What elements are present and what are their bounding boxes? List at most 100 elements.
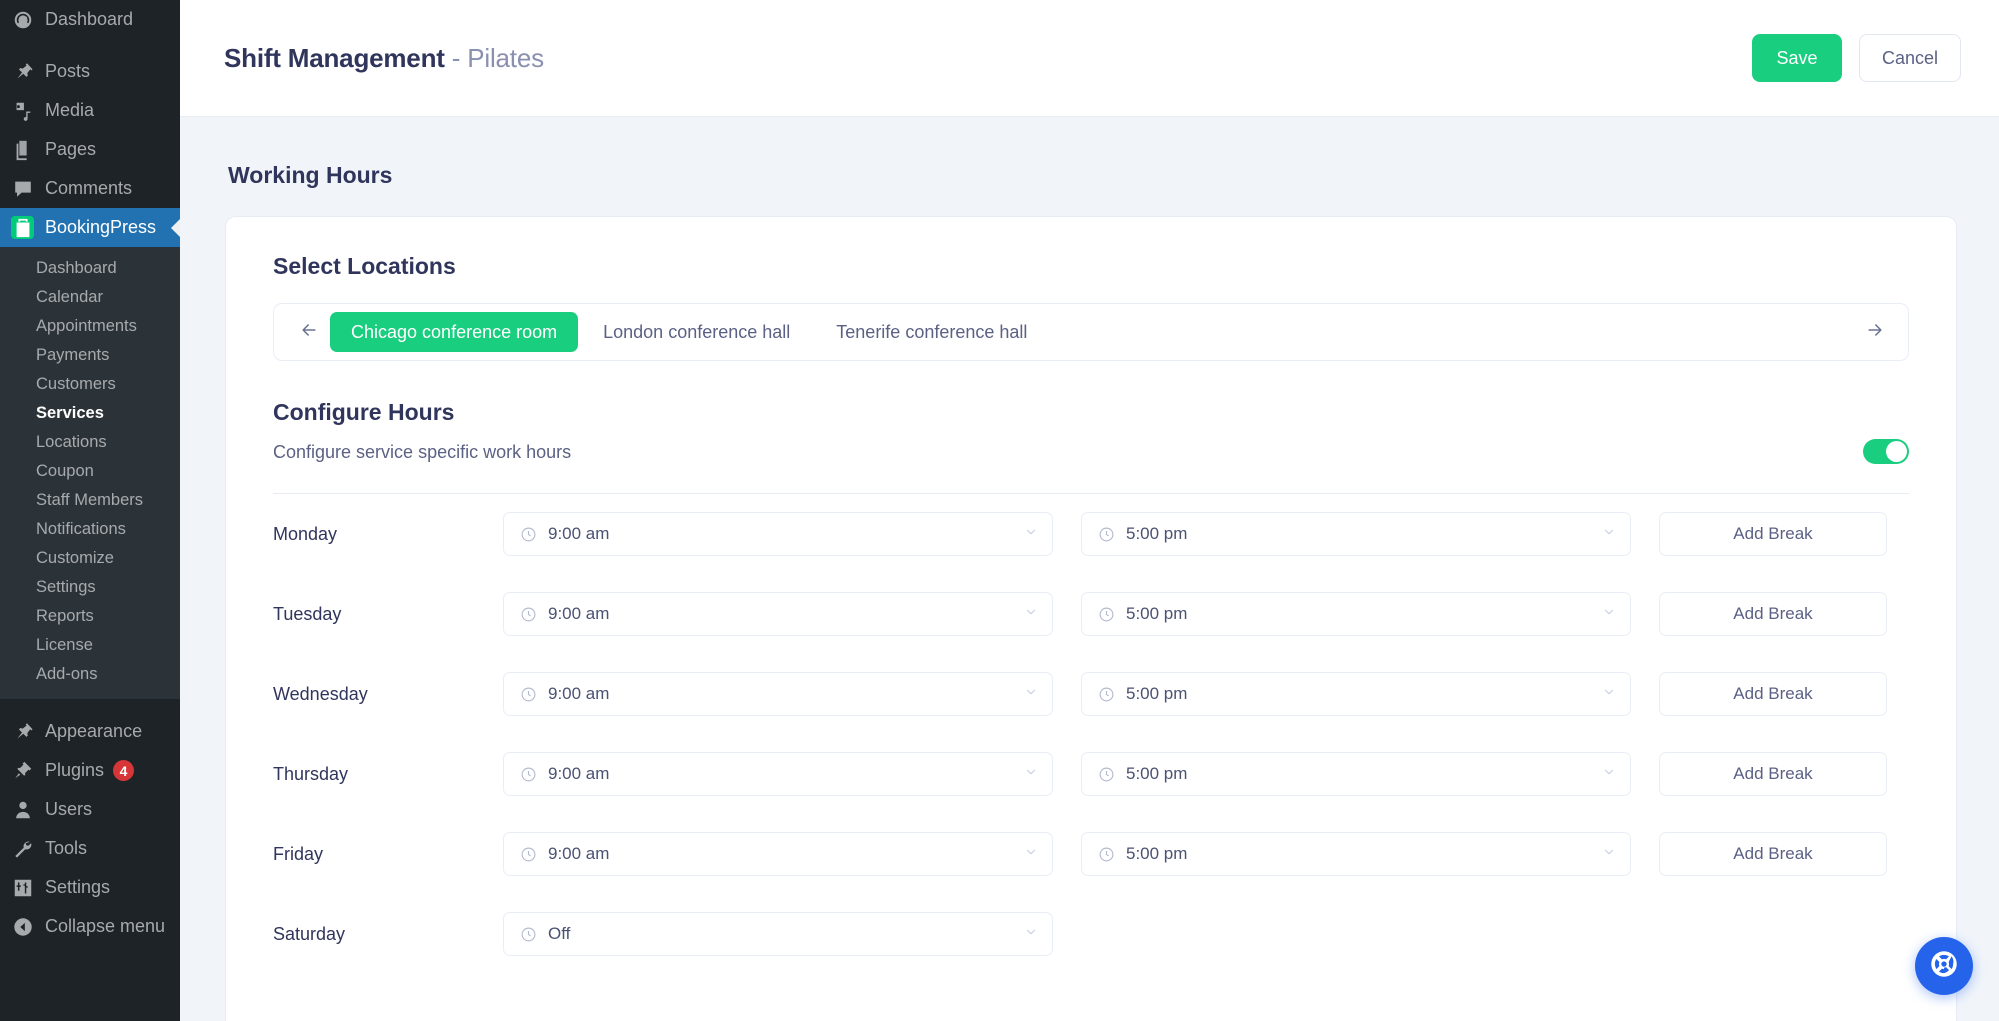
locations-prev-button[interactable]	[288, 320, 330, 345]
chevron-down-icon	[1602, 685, 1616, 704]
end-time-value: 5:00 pm	[1126, 764, 1188, 783]
media-icon	[10, 98, 35, 123]
submenu-item-customize[interactable]: Customize	[0, 544, 180, 573]
plugins-icon	[10, 758, 35, 783]
end-time-select-monday[interactable]: 5:00 pm	[1081, 512, 1631, 556]
add-break-button-friday[interactable]: Add Break	[1659, 832, 1887, 876]
main-content-area: Shift Management - Pilates Save Cancel W…	[180, 0, 1999, 1021]
working-hours-heading: Working Hours	[228, 162, 393, 188]
chevron-down-icon	[1024, 525, 1038, 544]
submenu-item-services[interactable]: Services	[0, 399, 180, 428]
chevron-down-icon	[1602, 605, 1616, 624]
sidebar-item-tools[interactable]: Tools	[0, 829, 180, 868]
submenu-item-notifications[interactable]: Notifications	[0, 515, 180, 544]
day-label-saturday: Saturday	[273, 923, 346, 944]
add-break-button-wednesday[interactable]: Add Break	[1659, 672, 1887, 716]
topbar-actions: Save Cancel	[1751, 34, 1961, 82]
submenu-item-dashboard[interactable]: Dashboard	[0, 254, 180, 283]
table-row: Monday 9:00 am 5:00 pm Add Break	[273, 494, 1909, 574]
end-time-value: 5:00 pm	[1126, 684, 1188, 703]
end-time-select-wednesday[interactable]: 5:00 pm	[1081, 672, 1631, 716]
locations-next-button[interactable]	[1854, 320, 1896, 345]
table-row: Friday 9:00 am 5:00 pm Add Break	[273, 814, 1909, 894]
end-time-select-thursday[interactable]: 5:00 pm	[1081, 752, 1631, 796]
clock-icon	[520, 526, 537, 543]
add-break-button-tuesday[interactable]: Add Break	[1659, 592, 1887, 636]
submenu-item-appointments[interactable]: Appointments	[0, 312, 180, 341]
add-break-button-monday[interactable]: Add Break	[1659, 512, 1887, 556]
sidebar-item-plugins[interactable]: Plugins 4	[0, 751, 180, 790]
clock-icon	[520, 686, 537, 703]
sidebar-item-users[interactable]: Users	[0, 790, 180, 829]
appearance-icon	[10, 719, 35, 744]
start-time-select-wednesday[interactable]: 9:00 am	[503, 672, 1053, 716]
submenu-item-license[interactable]: License	[0, 631, 180, 660]
start-time-select-monday[interactable]: 9:00 am	[503, 512, 1053, 556]
clock-icon	[1098, 846, 1115, 863]
chevron-down-icon	[1024, 605, 1038, 624]
sidebar-item-collapse-menu[interactable]: Collapse menu	[0, 907, 180, 946]
submenu-item-coupon[interactable]: Coupon	[0, 457, 180, 486]
sidebar-item-label: Tools	[45, 838, 88, 858]
page-content: Working Hours Select Locations Chicago c…	[180, 117, 1999, 1021]
sidebar-item-posts[interactable]: Posts	[0, 52, 180, 91]
submenu-item-reports[interactable]: Reports	[0, 602, 180, 631]
submenu-item-locations[interactable]: Locations	[0, 428, 180, 457]
start-time-select-friday[interactable]: 9:00 am	[503, 832, 1053, 876]
end-time-value: 5:00 pm	[1126, 844, 1188, 863]
start-time-value: 9:00 am	[548, 604, 610, 623]
help-support-button[interactable]	[1915, 937, 1973, 995]
save-button[interactable]: Save	[1751, 34, 1842, 82]
sidebar-item-media[interactable]: Media	[0, 91, 180, 130]
submenu-item-settings[interactable]: Settings	[0, 573, 180, 602]
sidebar-item-comments[interactable]: Comments	[0, 169, 180, 208]
location-tab-chicago[interactable]: Chicago conference room	[330, 312, 579, 352]
clock-icon	[1098, 686, 1115, 703]
location-tab-london[interactable]: London conference hall	[582, 312, 811, 352]
table-row: Thursday 9:00 am 5:00 pm Add Break	[273, 734, 1909, 814]
end-time-select-friday[interactable]: 5:00 pm	[1081, 832, 1631, 876]
sidebar-item-bookingpress[interactable]: BookingPress	[0, 208, 180, 247]
table-row: Wednesday 9:00 am 5:00 pm Add Break	[273, 654, 1909, 734]
submenu-item-addons[interactable]: Add-ons	[0, 660, 180, 689]
add-break-button-thursday[interactable]: Add Break	[1659, 752, 1887, 796]
end-time-select-tuesday[interactable]: 5:00 pm	[1081, 592, 1631, 636]
location-tab-tenerife[interactable]: Tenerife conference hall	[815, 312, 1048, 352]
select-locations-heading: Select Locations	[273, 253, 456, 279]
clock-icon	[1098, 526, 1115, 543]
table-row: Saturday Off	[273, 894, 1909, 974]
chevron-down-icon	[1024, 685, 1038, 704]
end-time-value: 5:00 pm	[1126, 524, 1188, 543]
lifebuoy-icon	[1929, 949, 1959, 984]
start-time-select-tuesday[interactable]: 9:00 am	[503, 592, 1053, 636]
submenu-item-customers[interactable]: Customers	[0, 370, 180, 399]
configure-hours-description: Configure service specific work hours	[273, 442, 572, 462]
configure-hours-heading: Configure Hours	[273, 399, 455, 425]
toggle-knob	[1886, 441, 1907, 462]
day-label-thursday: Thursday	[273, 763, 349, 784]
schedule-list: Monday 9:00 am 5:00 pm Add Break Tuesday	[273, 494, 1909, 974]
sidebar-item-label: Settings	[45, 877, 111, 897]
configure-hours-toggle[interactable]	[1863, 439, 1909, 464]
start-time-value: 9:00 am	[548, 844, 610, 863]
submenu-item-payments[interactable]: Payments	[0, 341, 180, 370]
chevron-down-icon	[1024, 925, 1038, 944]
day-label-monday: Monday	[273, 523, 338, 544]
location-tabs: Chicago conference room London conferenc…	[330, 312, 1854, 352]
start-time-value: 9:00 am	[548, 684, 610, 703]
submenu-item-staff-members[interactable]: Staff Members	[0, 486, 180, 515]
users-icon	[10, 797, 35, 822]
sidebar-item-dashboard[interactable]: Dashboard	[0, 0, 180, 39]
page-title-main: Shift Management	[224, 42, 445, 73]
submenu-item-calendar[interactable]: Calendar	[0, 283, 180, 312]
sidebar-item-label: Plugins	[45, 760, 105, 780]
sidebar-item-settings[interactable]: Settings	[0, 868, 180, 907]
pin-icon	[10, 59, 35, 84]
start-time-select-thursday[interactable]: 9:00 am	[503, 752, 1053, 796]
sidebar-item-pages[interactable]: Pages	[0, 130, 180, 169]
sidebar-item-label: Media	[45, 100, 95, 120]
start-time-select-saturday[interactable]: Off	[503, 912, 1053, 956]
sidebar-divider	[0, 39, 180, 52]
cancel-button[interactable]: Cancel	[1858, 34, 1961, 82]
sidebar-item-appearance[interactable]: Appearance	[0, 712, 180, 751]
